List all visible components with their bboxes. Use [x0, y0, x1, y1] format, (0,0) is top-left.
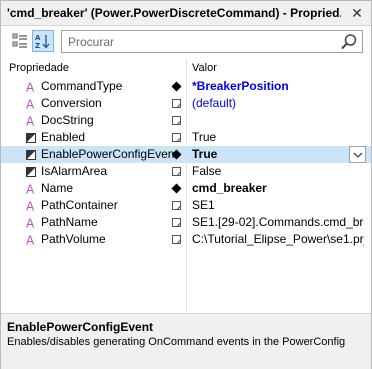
property-name: Name: [41, 181, 74, 195]
default-square-icon: [171, 132, 182, 143]
default-square-icon: [171, 234, 182, 245]
svg-text:A: A: [26, 115, 35, 128]
search-icon[interactable]: [340, 33, 358, 51]
property-rows: A CommandType *BreakerPosition A Conversion (…: [1, 78, 371, 248]
title-bar: 'cmd_breaker' (Power.PowerDiscreteComman…: [1, 1, 371, 26]
column-header-property[interactable]: Propriedade: [9, 59, 69, 77]
toolbar: A Z: [1, 27, 371, 57]
svg-text:A: A: [26, 183, 35, 196]
property-name: Enabled: [41, 130, 86, 144]
string-property-icon: A: [25, 114, 37, 129]
default-square-icon: [171, 217, 182, 228]
svg-text:A: A: [35, 34, 41, 42]
svg-text:A: A: [26, 98, 35, 111]
property-value[interactable]: SE1: [192, 197, 364, 214]
chevron-down-icon: [353, 152, 362, 158]
default-square-icon: [171, 200, 182, 211]
string-property-icon: A: [25, 80, 37, 95]
property-row[interactable]: EnablePowerConfigEvent True: [1, 146, 371, 163]
property-value[interactable]: False: [192, 163, 364, 180]
string-property-icon: A: [25, 199, 37, 214]
alphabetical-sort-icon: A Z: [35, 34, 50, 49]
search-input[interactable]: [62, 31, 332, 52]
property-row[interactable]: A DocString: [1, 112, 371, 129]
property-name: IsAlarmArea: [41, 164, 108, 178]
property-grid: Propriedade Valor A CommandType *BreakerPo…: [1, 59, 371, 312]
modified-diamond-icon: [171, 81, 182, 92]
description-title: EnablePowerConfigEvent: [7, 320, 154, 334]
default-square-icon: [171, 98, 182, 109]
property-row[interactable]: Enabled True: [1, 129, 371, 146]
svg-text:Z: Z: [35, 42, 40, 49]
property-row[interactable]: A PathVolume C:\Tutorial_Elipse_Power\se1.…: [1, 231, 371, 248]
svg-text:A: A: [26, 234, 35, 247]
string-property-icon: A: [25, 97, 37, 112]
property-value[interactable]: True: [192, 129, 364, 146]
categorized-view-button[interactable]: [9, 30, 31, 52]
property-row[interactable]: A Conversion (default): [1, 95, 371, 112]
boolean-property-icon: [25, 131, 37, 144]
property-name: DocString: [41, 113, 94, 127]
property-name: PathContainer: [41, 198, 118, 212]
categorized-view-icon: [12, 33, 27, 48]
svg-text:A: A: [26, 217, 35, 230]
property-name: EnablePowerConfigEvent: [41, 147, 178, 161]
property-value[interactable]: SE1.[29-02].Commands.cmd_bre...: [192, 214, 364, 231]
column-header-value[interactable]: Valor: [192, 59, 217, 77]
property-name: PathName: [41, 215, 98, 229]
property-name: Conversion: [41, 96, 102, 110]
property-value[interactable]: *BreakerPosition: [192, 78, 364, 95]
property-value[interactable]: C:\Tutorial_Elipse_Power\se1.prj: [192, 231, 364, 248]
property-value[interactable]: True: [192, 146, 364, 163]
description-panel: EnablePowerConfigEvent Enables/disables …: [1, 313, 371, 369]
property-row[interactable]: A PathContainer SE1: [1, 197, 371, 214]
default-square-icon: [171, 115, 182, 126]
property-row[interactable]: A Name cmd_breaker: [1, 180, 371, 197]
property-value[interactable]: (default): [192, 95, 364, 112]
property-value[interactable]: cmd_breaker: [192, 180, 364, 197]
dropdown-button[interactable]: [349, 146, 366, 163]
string-property-icon: A: [25, 233, 37, 248]
string-property-icon: A: [25, 216, 37, 231]
column-divider[interactable]: [186, 59, 187, 77]
window-title: 'cmd_breaker' (Power.PowerDiscreteComman…: [7, 6, 341, 20]
property-row[interactable]: A CommandType *BreakerPosition: [1, 78, 371, 95]
search-box[interactable]: [61, 30, 363, 53]
property-row[interactable]: A PathName SE1.[29-02].Commands.cmd_bre...: [1, 214, 371, 231]
svg-text:A: A: [26, 81, 35, 94]
string-property-icon: A: [25, 182, 37, 197]
modified-diamond-icon: [171, 149, 182, 160]
alphabetical-sort-button[interactable]: A Z: [32, 30, 54, 52]
boolean-property-icon: [25, 165, 37, 178]
description-text: Enables/disables generating OnCommand ev…: [7, 336, 346, 348]
close-icon[interactable]: ✕: [349, 5, 365, 21]
properties-window: 'cmd_breaker' (Power.PowerDiscreteComman…: [0, 0, 372, 369]
default-square-icon: [171, 166, 182, 177]
modified-diamond-icon: [171, 183, 182, 194]
property-name: PathVolume: [41, 232, 106, 246]
svg-text:A: A: [26, 200, 35, 213]
property-name: CommandType: [41, 79, 123, 93]
boolean-property-icon: [25, 148, 37, 161]
property-row[interactable]: IsAlarmArea False: [1, 163, 371, 180]
